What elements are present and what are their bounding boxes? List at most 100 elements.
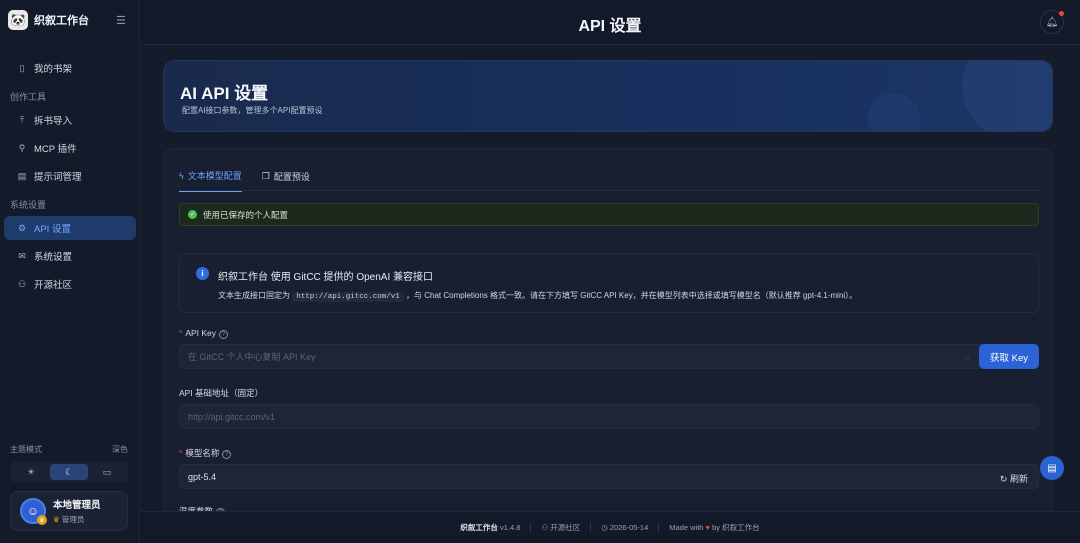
bell-icon: 🔔︎: [1045, 16, 1059, 28]
sidebar-item-mcp[interactable]: ⚲ MCP 插件: [4, 136, 136, 160]
divider: [530, 523, 532, 532]
refresh-icon: ↻: [999, 474, 1008, 484]
sidebar-nav: ▯ 我的书架 创作工具 ⤒ 拆书导入 ⚲ MCP 插件 ▤ 提示词管理 系统设置…: [0, 56, 140, 300]
help-icon[interactable]: ?: [222, 450, 232, 459]
model-name-select[interactable]: gpt-5.4 ↻ 刷新: [179, 464, 1039, 489]
system-theme-button[interactable]: ▭: [88, 464, 126, 480]
notification-dot: [1059, 11, 1064, 16]
get-key-button[interactable]: 获取 Key: [979, 344, 1039, 369]
tab-presets[interactable]: ❐ 配置预设: [262, 169, 310, 192]
divider: [658, 523, 660, 532]
document-icon: ▤: [1047, 462, 1057, 474]
monitor-icon: ▭: [102, 466, 112, 477]
alert-text: 使用已保存的个人配置: [203, 209, 289, 220]
theme-switch: ☀ ☾ ▭: [10, 462, 128, 482]
sidebar-item-import[interactable]: ⤒ 拆书导入: [4, 108, 136, 132]
dark-theme-button[interactable]: ☾: [50, 464, 88, 480]
footer-community-link[interactable]: ⚇ 开源社区: [541, 522, 580, 533]
sidebar-item-community[interactable]: ⚇ 开源社区: [4, 272, 136, 296]
sidebar-item-label: 系统设置: [34, 252, 73, 263]
required-mark: *: [179, 448, 183, 458]
community-icon: ⚇: [17, 278, 27, 289]
brand-name: 织叙工作台: [34, 15, 89, 27]
document-float-button[interactable]: ▤: [1040, 456, 1064, 480]
moon-icon: ☾: [64, 466, 74, 477]
heart-icon: ♥: [705, 523, 710, 532]
footer-app: 织叙工作台 v1.4.8: [460, 523, 521, 532]
hero-banner: AI API 设置 配置AI接口参数，管理多个API配置预设: [163, 60, 1053, 132]
user-role: ♛ 管理员: [53, 515, 85, 524]
base-url-label: API 基础地址（固定）: [179, 388, 264, 398]
upload-icon: ⤒: [20, 114, 24, 125]
model-name-label: * 模型名称?: [179, 447, 232, 459]
collapse-sidebar-icon[interactable]: ☰: [116, 14, 126, 27]
mail-icon: ✉: [18, 250, 26, 261]
theme-mode-label: 主题模式: [10, 445, 42, 454]
footer: 织叙工作台 v1.4.8 ⚇ 开源社区 ◷ 2026-05-14 Made wi…: [140, 511, 1080, 543]
copy-icon: ❐: [261, 171, 270, 181]
sidebar-item-bookshelf[interactable]: ▯ 我的书架: [4, 56, 136, 80]
book-icon: ▯: [19, 62, 25, 73]
main-content: AI API 设置 配置AI接口参数，管理多个API配置预设 ϟ 文本模型配置 …: [140, 45, 1080, 518]
community-icon: ⚇: [541, 523, 549, 532]
sidebar-item-system-settings[interactable]: ✉ 系统设置: [4, 244, 136, 268]
hero-decoration: [962, 61, 1052, 131]
sidebar-item-label: API 设置: [34, 224, 71, 235]
crown-icon: ♛: [53, 515, 60, 524]
base-url-value: http://api.gitcc.com/v1: [188, 411, 276, 422]
success-alert: ✓ 使用已保存的个人配置: [179, 203, 1039, 226]
sidebar-item-label: 开源社区: [34, 280, 73, 291]
sidebar-item-prompts[interactable]: ▤ 提示词管理: [4, 164, 136, 188]
clock-icon: ◷: [601, 523, 608, 532]
tabs: ϟ 文本模型配置 ❐ 配置预设: [179, 169, 310, 192]
api-key-label: * API Key?: [179, 328, 229, 339]
info-box: i 织叙工作台 使用 GitCC 提供的 OpenAI 兼容接口 文本生成接口固…: [179, 253, 1039, 313]
tab-label: 配置预设: [273, 172, 310, 182]
base-url-field: http://api.gitcc.com/v1: [179, 404, 1039, 429]
info-desc-suffix: ，与 Chat Completions 格式一致。请在下方填写 GitCC AP…: [406, 291, 858, 300]
footer-date: ◷ 2026-05-14: [601, 523, 649, 532]
theme-mode-value: 深色: [112, 445, 128, 454]
refresh-button[interactable]: ↻ 刷新: [1000, 472, 1028, 485]
model-name-value: gpt-5.4: [188, 471, 217, 482]
info-icon: i: [196, 267, 209, 280]
user-name: 本地管理员: [53, 500, 101, 511]
sidebar-item-label: 我的书架: [34, 64, 73, 75]
sidebar-item-label: MCP 插件: [34, 144, 77, 155]
required-mark: *: [179, 328, 183, 338]
tab-label: 文本模型配置: [187, 171, 242, 181]
api-url-code: http://api.gitcc.com/v1: [292, 292, 404, 302]
divider: [590, 523, 592, 532]
hero-decoration: [868, 93, 920, 131]
page-title: API 设置: [578, 18, 642, 35]
theme-mode-row: 主题模式 深色: [10, 444, 128, 455]
light-theme-button[interactable]: ☀: [12, 464, 50, 480]
lightning-icon: ϟ: [179, 170, 184, 181]
tab-text-model[interactable]: ϟ 文本模型配置: [179, 169, 242, 192]
sidebar-item-label: 拆书导入: [34, 116, 73, 127]
user-card[interactable]: ☺ ♛ 本地管理员 ♛ 管理员: [10, 491, 128, 531]
bulb-icon: ☀: [26, 466, 36, 477]
brand[interactable]: 🐼 织叙工作台: [8, 10, 89, 30]
settings-panel: ϟ 文本模型配置 ❐ 配置预设 ✓ 使用已保存的个人配置 i 织叙工作台 使用 …: [163, 148, 1053, 518]
check-icon: ✓: [188, 210, 197, 219]
info-title: 织叙工作台 使用 GitCC 提供的 OpenAI 兼容接口: [218, 272, 434, 283]
sidebar: 🐼 织叙工作台 ☰ ▯ 我的书架 创作工具 ⤒ 拆书导入 ⚲ MCP 插件 ▤ …: [0, 0, 140, 543]
api-key-input[interactable]: 在 GitCC 个人中心复制 API Key ◌ 获取 Key: [179, 344, 1039, 369]
info-description: 文本生成接口固定为 http://api.gitcc.com/v1 ，与 Cha…: [218, 290, 858, 302]
info-desc-prefix: 文本生成接口固定为: [218, 291, 290, 300]
help-icon[interactable]: ?: [219, 330, 229, 339]
eye-off-icon[interactable]: ◌: [965, 352, 970, 362]
tab-divider: [179, 190, 1039, 191]
avatar: ☺ ♛: [20, 498, 47, 525]
crown-badge-icon: ♛: [37, 515, 47, 525]
hero-title: AI API 设置: [180, 84, 269, 103]
sidebar-item-api-settings[interactable]: ⚙ API 设置: [4, 216, 136, 240]
prompt-icon: ▤: [17, 170, 27, 181]
footer-made-with: Made with ♥ by 织叙工作台: [669, 523, 760, 532]
top-header: API 设置 🔔︎: [140, 0, 1080, 45]
api-key-placeholder: 在 GitCC 个人中心复制 API Key: [188, 352, 316, 362]
sidebar-group-system: 系统设置: [10, 199, 47, 210]
notification-button[interactable]: 🔔︎: [1040, 10, 1064, 34]
panda-logo-icon: 🐼: [8, 10, 28, 30]
